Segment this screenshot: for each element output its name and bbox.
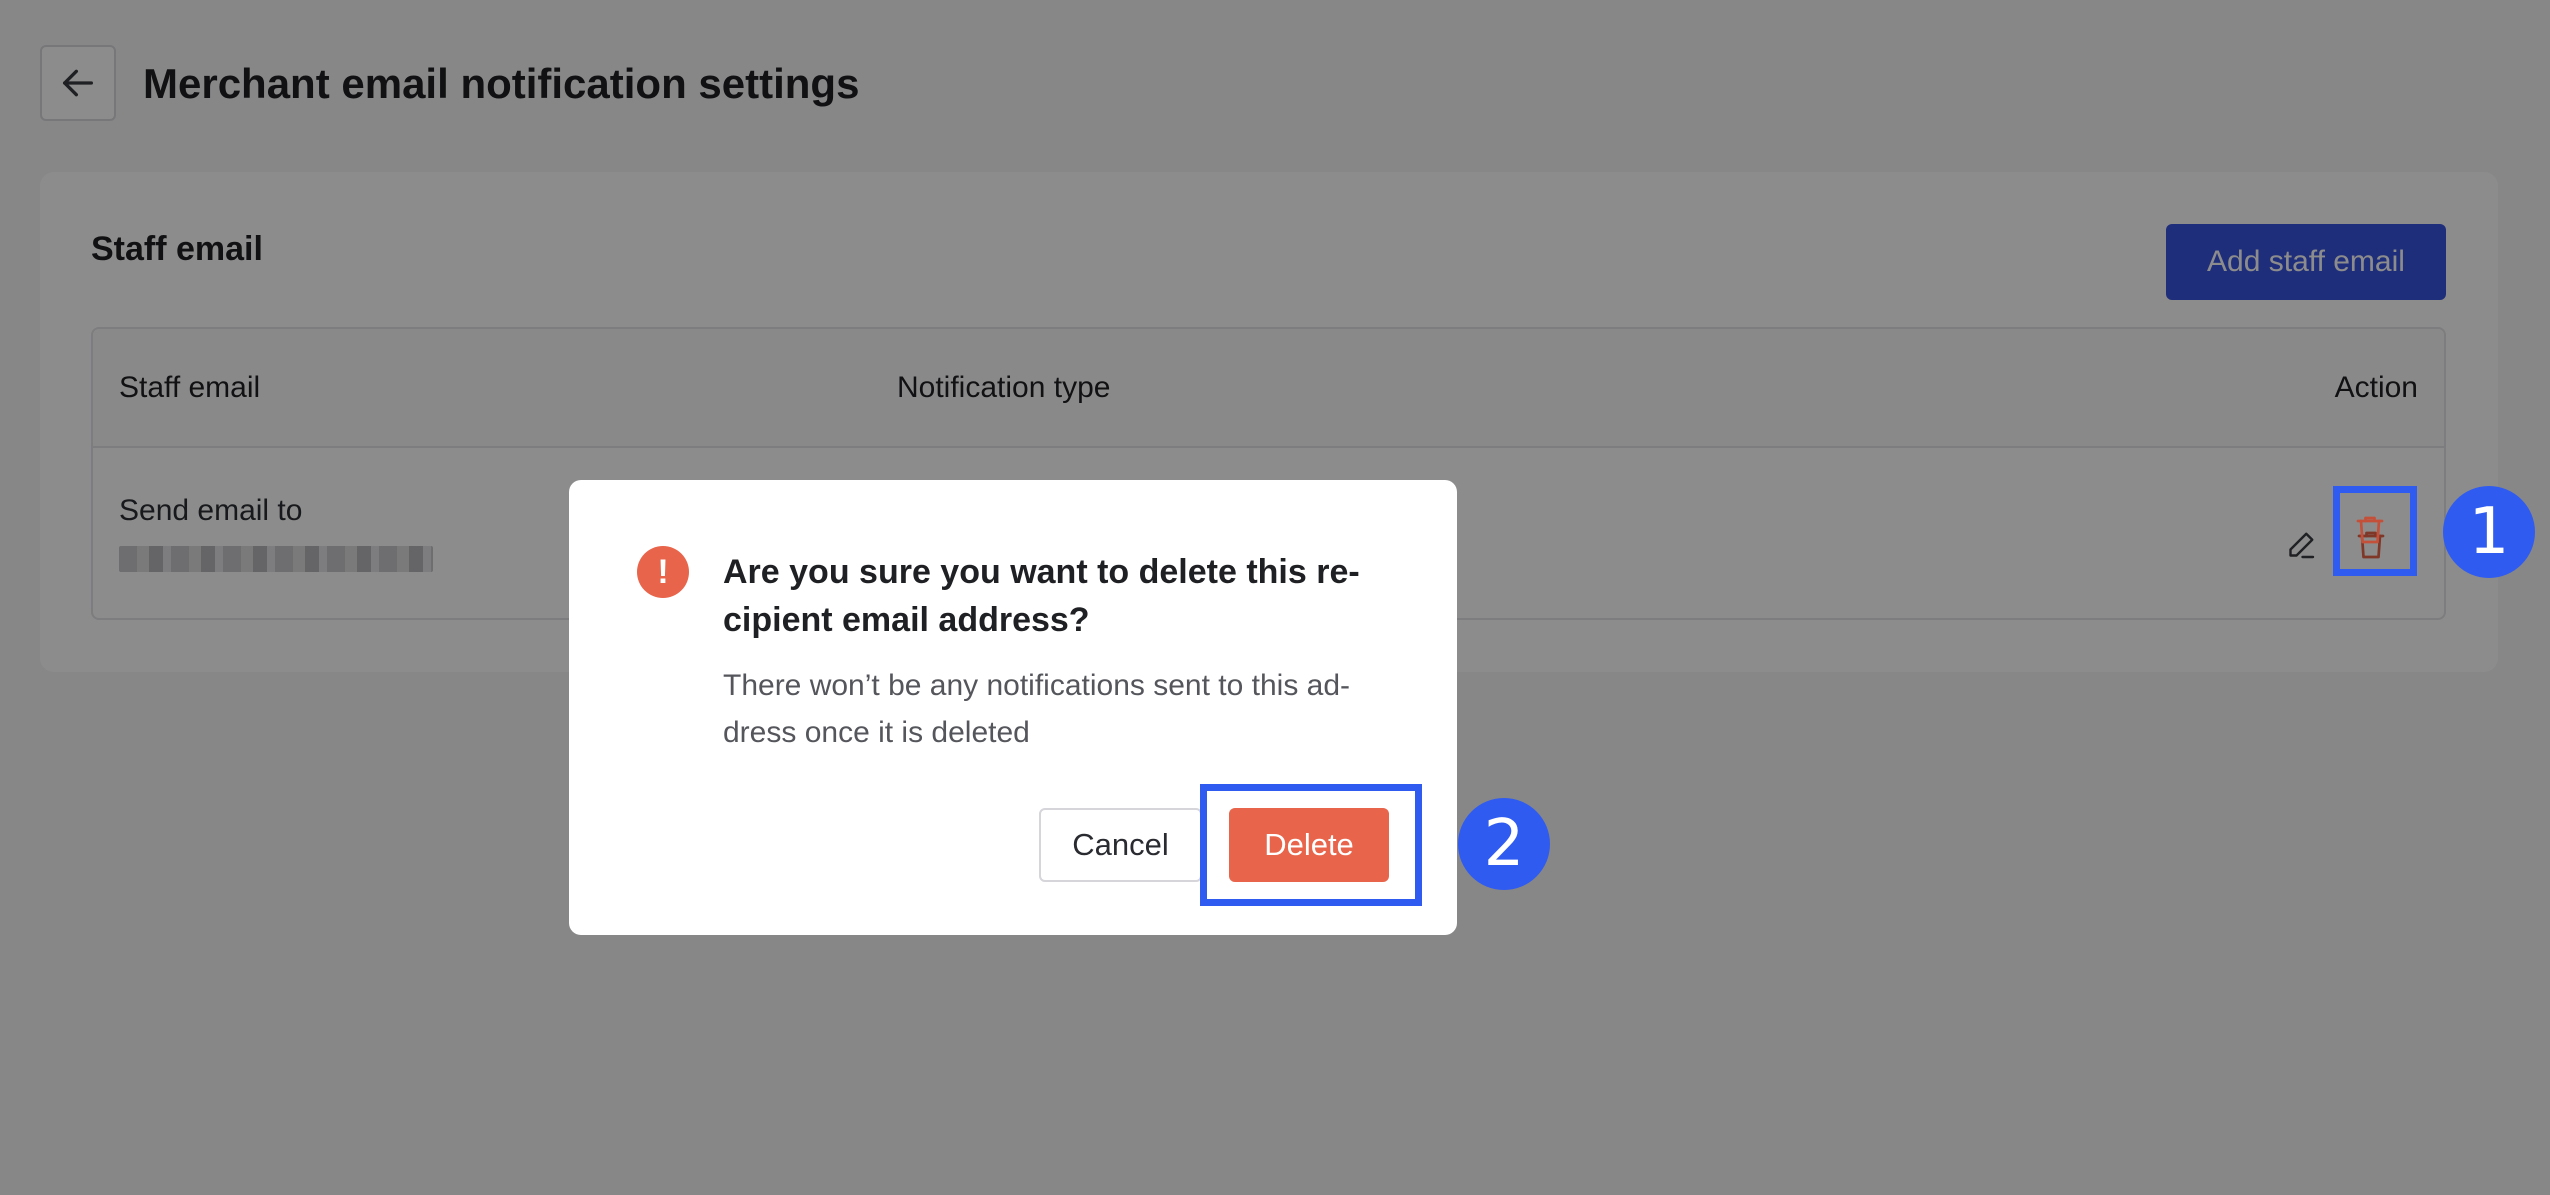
annotation-badge-1: 1 <box>2443 486 2535 578</box>
warning-icon: ! <box>637 546 689 598</box>
annotation-badge-2: 2 <box>1458 798 1550 890</box>
dialog-title: Are you sure you want to delete this re-… <box>723 548 1383 644</box>
cancel-button[interactable]: Cancel <box>1039 808 1202 882</box>
dialog-message: There won’t be any notifications sent to… <box>723 662 1403 756</box>
annotation-box-1 <box>2333 486 2417 576</box>
annotation-box-2 <box>1200 784 1422 906</box>
dialog-message-line-1: There won’t be any notifications sent to… <box>723 669 1351 702</box>
dialog-title-line-1: Are you sure you want to delete this re- <box>723 553 1360 591</box>
dialog-message-line-2: dress once it is deleted <box>723 716 1030 749</box>
dialog-title-line-2: cipient email address? <box>723 601 1090 639</box>
